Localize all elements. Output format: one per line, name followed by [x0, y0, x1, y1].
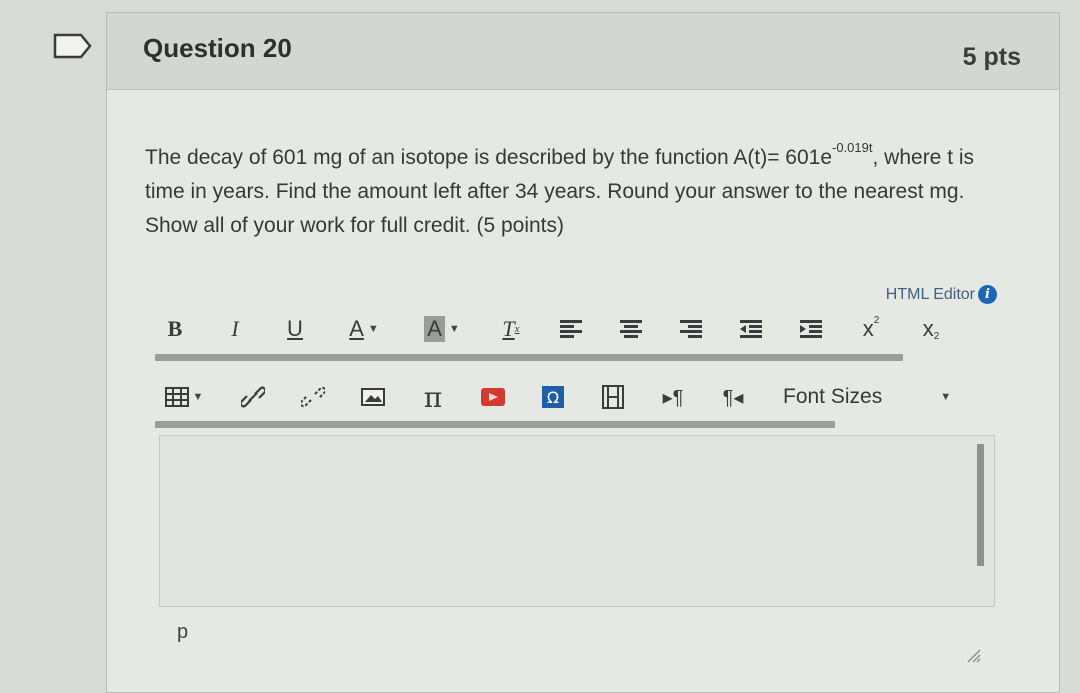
chevron-down-icon[interactable]: ▼: [940, 391, 951, 403]
media-button[interactable]: [475, 379, 511, 415]
table-icon: [164, 387, 189, 407]
text-color-label: A: [349, 316, 364, 341]
background-color-button[interactable]: A ▼: [415, 311, 469, 347]
superscript-two-icon: 2: [873, 314, 880, 326]
element-path[interactable]: p: [177, 621, 188, 644]
question-header: Question 20 5 pts: [107, 13, 1059, 90]
svg-text:Ω: Ω: [547, 388, 559, 407]
math-pi-button[interactable]: π: [415, 379, 451, 415]
clear-formatting-label: T: [502, 316, 515, 341]
align-center-button[interactable]: [613, 311, 649, 347]
chevron-down-icon: ▼: [192, 391, 204, 403]
omega-button[interactable]: Ω: [535, 379, 571, 415]
rtl-pilcrow-icon: ¶◂: [722, 386, 744, 409]
ltr-pilcrow-icon: ▸¶: [662, 386, 684, 409]
outdent-button[interactable]: [733, 311, 769, 347]
clear-x-icon: x: [514, 323, 520, 335]
superscript-button[interactable]: x2: [853, 311, 889, 347]
toolbar1-divider: [155, 354, 903, 361]
bookmark-flag-icon[interactable]: [53, 33, 93, 59]
align-right-button[interactable]: [673, 311, 709, 347]
superscript-label: x: [862, 316, 874, 341]
film-button[interactable]: [595, 379, 631, 415]
align-right-icon: [680, 320, 702, 338]
link-icon: [241, 386, 265, 408]
ltr-direction-button[interactable]: ▸¶: [655, 379, 691, 415]
question-text-part1: The decay of 601 mg of an isotope is des…: [145, 146, 833, 169]
formatting-toolbar: B I U A ▼ A ▼ Tx x2 x 2: [157, 309, 973, 349]
align-center-icon: [620, 320, 642, 338]
insert-toolbar: ▼ π Ω ▸¶ ¶◂ Font Sizes ▼: [157, 377, 951, 417]
omega-icon: Ω: [542, 386, 564, 408]
indent-icon: [800, 320, 822, 338]
bold-button[interactable]: B: [157, 311, 193, 347]
chevron-down-icon: ▼: [367, 323, 379, 335]
align-left-button[interactable]: [553, 311, 589, 347]
info-icon[interactable]: i: [978, 285, 997, 304]
resize-grip-icon[interactable]: [965, 647, 981, 663]
unlink-icon: [301, 386, 325, 408]
question-text: The decay of 601 mg of an isotope is des…: [145, 135, 1005, 243]
text-color-button[interactable]: A ▼: [337, 311, 391, 347]
media-icon: [481, 388, 505, 406]
html-editor-link[interactable]: HTML Editor i: [886, 285, 997, 304]
background-color-label: A: [424, 316, 445, 342]
underline-button[interactable]: U: [277, 311, 313, 347]
rtl-direction-button[interactable]: ¶◂: [715, 379, 751, 415]
subscript-two-icon: 2: [933, 330, 940, 342]
toolbar2-divider: [155, 421, 835, 428]
editor-scrollbar[interactable]: [977, 444, 984, 566]
question-title: Question 20: [143, 33, 292, 63]
italic-button[interactable]: I: [217, 311, 253, 347]
indent-button[interactable]: [793, 311, 829, 347]
rich-text-editor-area[interactable]: [159, 435, 995, 607]
subscript-button[interactable]: x2: [913, 311, 949, 347]
table-button[interactable]: ▼: [157, 379, 211, 415]
film-icon: [602, 385, 624, 409]
font-sizes-dropdown[interactable]: Font Sizes: [783, 385, 882, 409]
question-points: 5 pts: [962, 43, 1021, 71]
chevron-down-icon: ▼: [448, 323, 460, 335]
subscript-label: x: [922, 316, 934, 341]
link-button[interactable]: [235, 379, 271, 415]
clear-formatting-button[interactable]: Tx: [493, 311, 529, 347]
unlink-button[interactable]: [295, 379, 331, 415]
image-button[interactable]: [355, 379, 391, 415]
html-editor-label[interactable]: HTML Editor: [886, 286, 975, 304]
outdent-icon: [740, 320, 762, 338]
image-icon: [361, 388, 385, 406]
question-card: Question 20 5 pts The decay of 601 mg of…: [106, 12, 1060, 693]
math-pi-icon: π: [423, 380, 443, 414]
question-exponent: -0.019t: [832, 140, 873, 155]
align-left-icon: [560, 320, 582, 338]
